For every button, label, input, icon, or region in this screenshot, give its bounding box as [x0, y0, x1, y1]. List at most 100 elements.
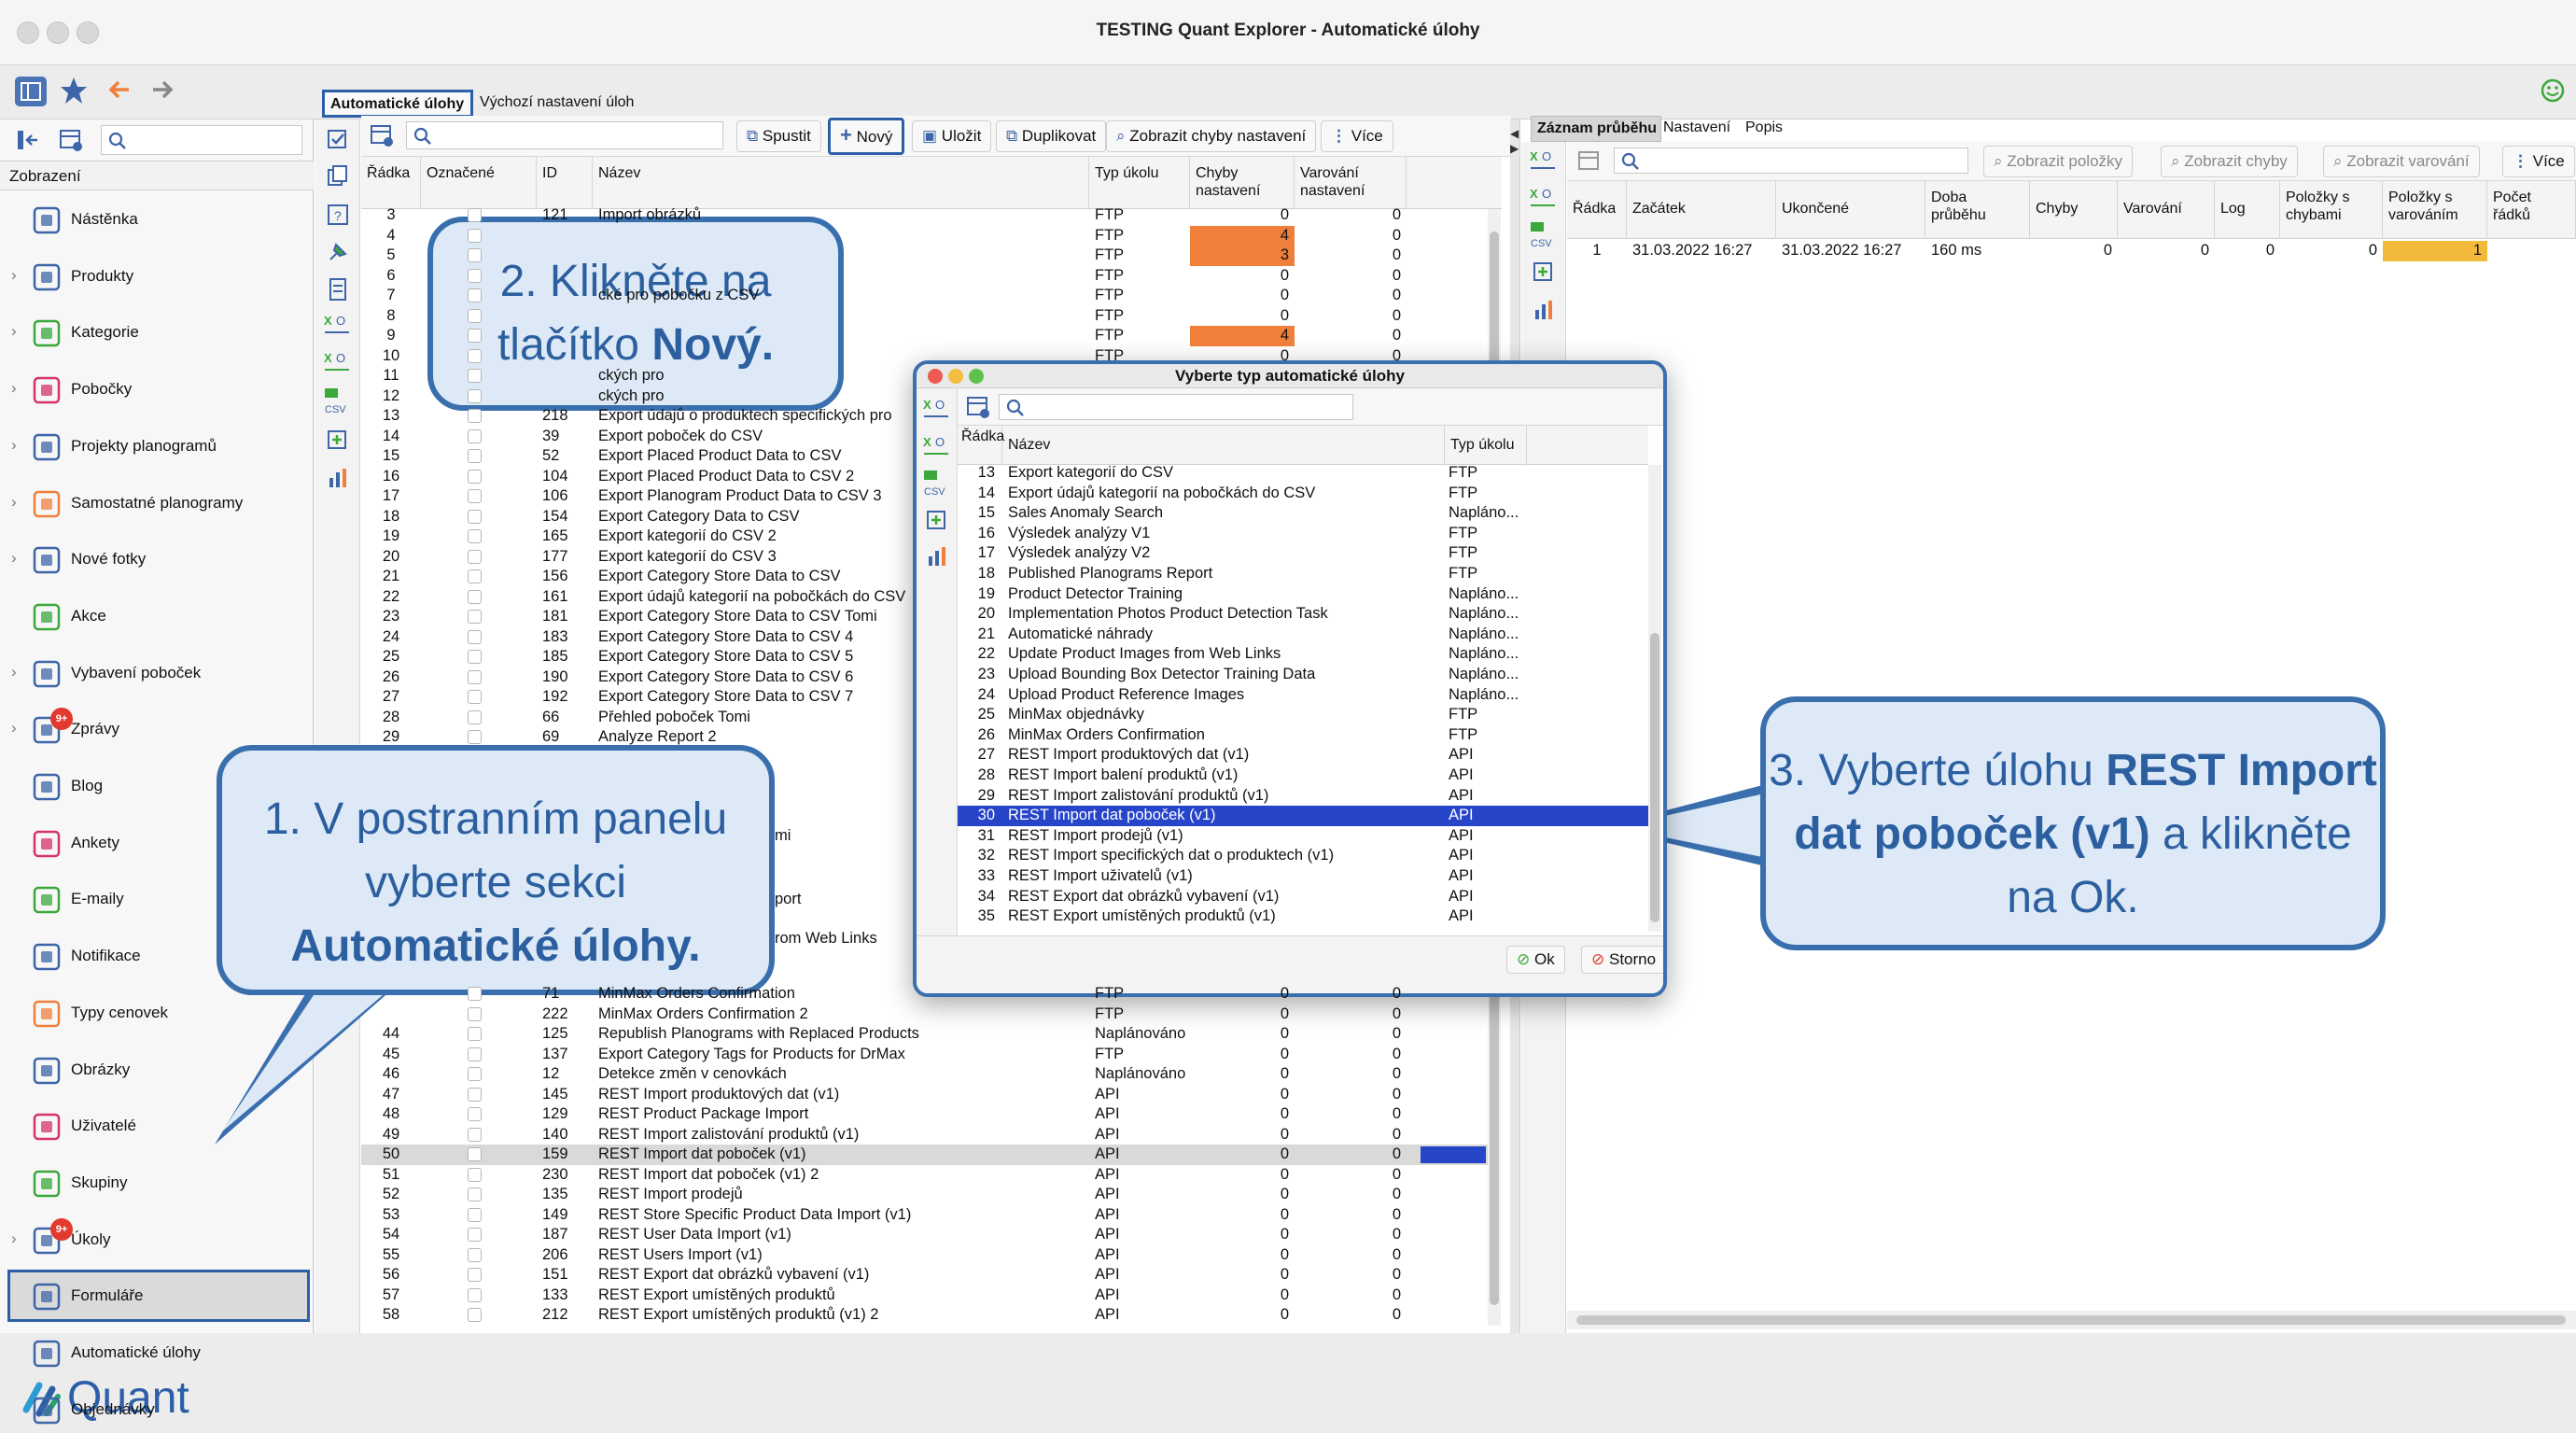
run-log-h-scrollbar[interactable]: [1567, 1311, 2576, 1329]
forward-arrow-icon[interactable]: [149, 77, 175, 103]
table-row[interactable]: 8 FTP 0 0: [361, 306, 1488, 327]
col-header-marked[interactable]: Označené: [421, 157, 537, 209]
table-row[interactable]: 21 156 Export Category Store Data to CSV: [361, 567, 1488, 587]
row-checkbox[interactable]: [468, 1187, 482, 1201]
row-checkbox[interactable]: [468, 1247, 482, 1262]
table-row[interactable]: 6 FTP 0 0: [361, 266, 1488, 287]
add-to-list-icon[interactable]: [1531, 260, 1557, 286]
table-row[interactable]: 18 154 Export Category Data to CSV: [361, 507, 1488, 527]
tab-description[interactable]: Popis: [1745, 119, 1783, 136]
row-checkbox[interactable]: [468, 569, 482, 583]
table-settings-icon[interactable]: [369, 122, 395, 148]
dialog-scrollbar-thumb[interactable]: [1650, 633, 1659, 922]
row-checkbox[interactable]: [468, 388, 482, 403]
col-header-id[interactable]: ID: [537, 157, 593, 209]
table-row[interactable]: 28 66 Přehled poboček Tomi: [361, 708, 1488, 728]
favorite-star-icon[interactable]: [60, 75, 88, 106]
row-checkbox[interactable]: [468, 329, 482, 343]
dialog-ok-button[interactable]: ⊘ Ok: [1506, 946, 1565, 974]
sidebar-item-15[interactable]: Obrázky: [0, 1047, 314, 1093]
sidebar-item-4[interactable]: › Projekty planogramů: [0, 423, 314, 470]
table-row[interactable]: 49 140 REST Import zalistování produktů (v…: [361, 1125, 1488, 1145]
col-header-end[interactable]: Ukončené: [1776, 181, 1925, 239]
chevron-right-icon[interactable]: ›: [11, 1229, 17, 1248]
chevron-right-icon[interactable]: ›: [11, 719, 17, 738]
back-arrow-icon[interactable]: [106, 77, 133, 103]
show-errors-button[interactable]: ⌕ Zobrazit chyby: [2161, 146, 2298, 177]
row-checkbox[interactable]: [468, 248, 482, 262]
table-row[interactable]: 25 185 Export Category Store Data to CSV 5: [361, 647, 1488, 667]
table-row[interactable]: 14 39 Export poboček do CSV: [361, 427, 1488, 447]
row-checkbox[interactable]: [468, 509, 482, 524]
details-more-button[interactable]: ⋮ Více: [2502, 146, 2575, 177]
row-checkbox[interactable]: [468, 690, 482, 704]
table-row[interactable]: 50 159 REST Import dat poboček (v1) API 0 0: [361, 1145, 1488, 1165]
table-settings-icon[interactable]: [1576, 148, 1603, 175]
row-checkbox[interactable]: [468, 469, 482, 484]
table-row[interactable]: 57 133 REST Export umístěných produktů API 0…: [361, 1285, 1488, 1306]
table-row[interactable]: 10 FTP 0 0: [361, 346, 1488, 367]
show-items-button[interactable]: ⌕ Zobrazit položky: [1983, 146, 2134, 177]
sidebar-item-5[interactable]: › Samostatné planogramy: [0, 480, 314, 527]
new-button[interactable]: + Nový: [828, 118, 905, 155]
table-row[interactable]: 19 165 Export kategorií do CSV 2: [361, 527, 1488, 547]
col-header-duration[interactable]: Doba průběhu: [1925, 181, 2030, 239]
row-checkbox[interactable]: [468, 1087, 482, 1102]
select-all-icon[interactable]: [325, 127, 351, 153]
chevron-right-icon[interactable]: ›: [11, 549, 17, 568]
chevron-right-icon[interactable]: ›: [11, 322, 17, 341]
dialog-list-item[interactable]: 30 REST Import dat poboček (v1) API: [958, 806, 1648, 826]
col-header-errors[interactable]: Chyby: [2030, 181, 2118, 239]
dialog-scrollbar[interactable]: [1648, 465, 1661, 932]
tab-automatic-tasks[interactable]: Automatické úlohy: [322, 90, 473, 118]
table-row[interactable]: 5 FTP 3 0: [361, 246, 1488, 266]
table-row[interactable]: 44 125 Republish Planograms with Replaced …: [361, 1024, 1488, 1045]
col-header-log[interactable]: Log: [2215, 181, 2280, 239]
sidebar-item-21[interactable]: Objednávky: [0, 1386, 314, 1433]
col-header-warnings[interactable]: Varování: [2118, 181, 2215, 239]
table-row[interactable]: 52 135 REST Import prodejů API 0 0: [361, 1185, 1488, 1205]
row-checkbox[interactable]: [468, 610, 482, 624]
table-row[interactable]: 71 MinMax Orders Confirmation FTP 0 0: [361, 984, 1488, 1005]
excel-export-icon[interactable]: XO: [323, 312, 353, 340]
more-button[interactable]: ⋮ Více: [1321, 120, 1393, 152]
row-checkbox[interactable]: [468, 1127, 482, 1142]
tab-default-task-settings[interactable]: Výchozí nastavení úloh: [476, 92, 637, 113]
table-row[interactable]: 12 ckých pro: [361, 386, 1488, 407]
table-row[interactable]: 16 104 Export Placed Product Data to CSV 2: [361, 467, 1488, 487]
table-row[interactable]: 15 52 Export Placed Product Data to CSV: [361, 446, 1488, 467]
chevron-right-icon[interactable]: ›: [11, 436, 17, 455]
dialog-cancel-button[interactable]: ⊘ Storno: [1581, 946, 1663, 974]
chart-icon[interactable]: [325, 465, 351, 491]
chevron-right-icon[interactable]: ›: [11, 266, 17, 285]
table-row[interactable]: 47 145 REST Import produktových dat (v1) AP…: [361, 1085, 1488, 1105]
dialog-list-item[interactable]: 33 REST Import uživatelů (v1) API: [958, 866, 1648, 887]
row-checkbox[interactable]: [468, 1147, 482, 1161]
row-checkbox[interactable]: [468, 268, 482, 283]
table-row[interactable]: 45 137 Export Category Tags for Products f…: [361, 1045, 1488, 1065]
row-checkbox[interactable]: [468, 1107, 482, 1121]
row-checkbox[interactable]: [468, 489, 482, 503]
run-log-row[interactable]: 1 31.03.2022 16:27 31.03.2022 16:27 160 ms 0…: [1567, 241, 2576, 261]
show-setting-errors-button[interactable]: ⌕ Zobrazit chyby nastavení: [1106, 120, 1317, 152]
row-checkbox[interactable]: [468, 629, 482, 644]
col-header-row-count[interactable]: Počet řádků: [2487, 181, 2576, 239]
dialog-list-item[interactable]: 27 REST Import produktových dat (v1) API: [958, 745, 1648, 766]
sidebar-item-8[interactable]: › Vybavení poboček: [0, 650, 314, 696]
col-header-row[interactable]: Řádka: [361, 157, 421, 209]
tab-settings[interactable]: Nastavení: [1663, 119, 1730, 136]
col-header-row[interactable]: Řádka: [1567, 181, 1627, 239]
row-checkbox[interactable]: [468, 1067, 482, 1081]
row-checkbox[interactable]: [468, 208, 482, 222]
row-checkbox[interactable]: [468, 348, 482, 363]
table-row[interactable]: 55 206 REST Users Import (v1) API 0 0: [361, 1245, 1488, 1266]
row-checkbox[interactable]: [468, 409, 482, 423]
chevron-right-icon[interactable]: ›: [11, 663, 17, 681]
sidebar-item-0[interactable]: Nástěnka: [0, 196, 314, 243]
sidebar-item-14[interactable]: Typy cenovek: [0, 990, 314, 1036]
status-smiley-icon[interactable]: [2541, 78, 2565, 103]
excel-export-icon[interactable]: XO: [1529, 148, 1559, 176]
row-checkbox[interactable]: [468, 1047, 482, 1061]
excel-import-icon[interactable]: XO: [1529, 185, 1559, 213]
sidebar-search-input[interactable]: [101, 125, 302, 155]
